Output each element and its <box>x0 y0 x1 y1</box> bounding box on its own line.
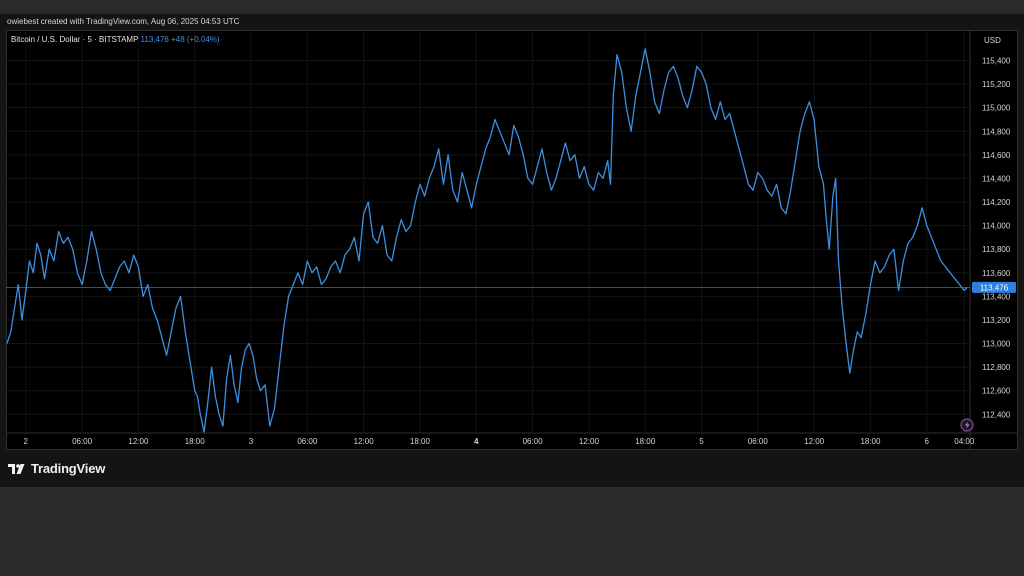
grid-lines <box>7 31 969 432</box>
last-value: 113,476 <box>140 35 169 44</box>
y-tick-label: 113,200 <box>982 316 1011 325</box>
x-tick-label: 18:00 <box>185 437 206 446</box>
x-tick-label: 12:00 <box>804 437 825 446</box>
time-axis: 2 06:00 12:00 18:00 3 06:00 12:00 18:00 4 06:00 12… <box>24 437 975 446</box>
x-tick-label: 06:00 <box>297 437 318 446</box>
x-tick-label: 2 <box>24 437 29 446</box>
series-line-bitcoin <box>6 48 968 433</box>
y-tick-label: 112,600 <box>982 387 1011 396</box>
x-tick-label: 18:00 <box>860 437 881 446</box>
symbol-legend[interactable]: Bitcoin / U.S. Dollar · 5 · BITSTAMP 113… <box>11 35 220 44</box>
y-tick-label: 114,600 <box>982 151 1011 160</box>
x-tick-label: 12:00 <box>579 437 600 446</box>
x-tick-label: 06:00 <box>72 437 93 446</box>
x-tick-label: 12:00 <box>128 437 149 446</box>
page-bottom <box>0 487 1024 576</box>
y-tick-label: 115,400 <box>982 56 1011 65</box>
x-tick-label: 3 <box>249 437 254 446</box>
currency-label: USD <box>984 36 1001 45</box>
tradingview-logo: TradingView <box>8 461 105 476</box>
x-tick-label: 5 <box>699 437 704 446</box>
price-axis: 115,400 115,200 115,000 114,800 114,600 114,4… <box>982 56 1011 419</box>
y-tick-label: 114,400 <box>982 174 1011 183</box>
x-tick-label: 12:00 <box>354 437 375 446</box>
x-tick-label: 4 <box>474 437 479 446</box>
y-tick-label: 113,800 <box>982 245 1011 254</box>
svg-text:113,476: 113,476 <box>980 283 1009 292</box>
x-tick-label: 18:00 <box>635 437 656 446</box>
y-tick-label: 115,200 <box>982 80 1011 89</box>
symbol-name: Bitcoin / U.S. Dollar · 5 · BITSTAMP <box>11 35 139 44</box>
x-tick-label: 06:00 <box>523 437 544 446</box>
y-tick-label: 115,000 <box>982 104 1011 113</box>
y-tick-label: 113,600 <box>982 269 1011 278</box>
y-tick-label: 113,000 <box>982 340 1011 349</box>
x-tick-label: 18:00 <box>410 437 431 446</box>
y-tick-label: 112,800 <box>982 363 1011 372</box>
y-tick-label: 112,400 <box>982 410 1011 419</box>
y-tick-label: 113,400 <box>982 292 1011 301</box>
y-tick-label: 114,200 <box>982 198 1011 207</box>
x-tick-label: 06:00 <box>748 437 769 446</box>
y-tick-label: 114,000 <box>982 222 1011 231</box>
tradingview-logo-icon <box>8 463 25 474</box>
brand-name: TradingView <box>31 461 106 476</box>
x-tick-label: 6 <box>925 437 930 446</box>
last-price-tag: 113,476 <box>972 281 1016 293</box>
x-tick-label: 04:00 <box>954 437 975 446</box>
y-tick-label: 114,800 <box>982 127 1011 136</box>
goto-realtime-icon[interactable] <box>960 418 974 432</box>
price-change: +48 (+0.04%) <box>171 35 220 44</box>
